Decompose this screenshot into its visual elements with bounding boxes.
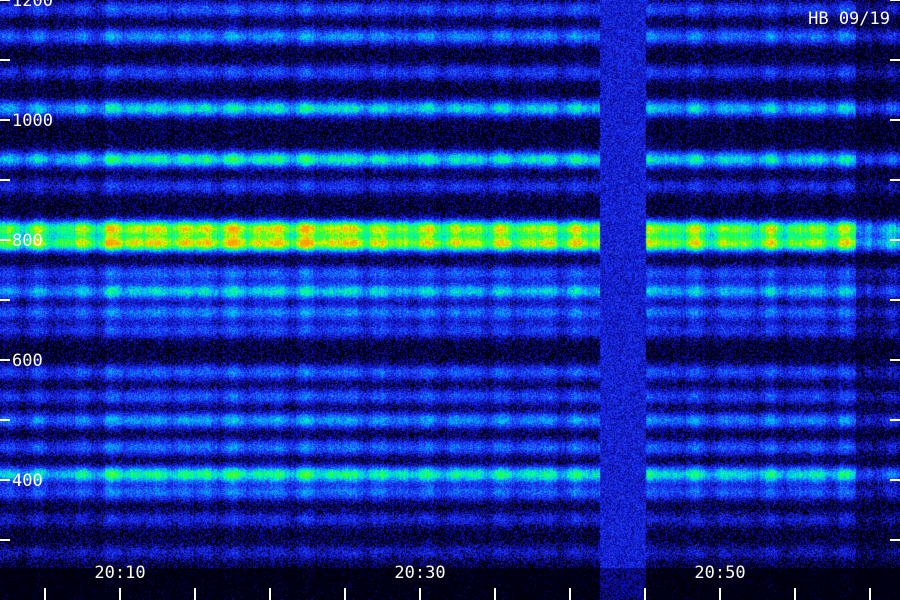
chart-annotation: HB 09/19 <box>808 9 890 29</box>
x-tick-label: 20:50 <box>694 563 745 583</box>
spectrogram-axes: 400 600 800 1000 1200 20:10 20:30 20:50 HB 09/… <box>0 0 900 600</box>
y-tick-label: 1200 <box>12 0 53 11</box>
y-tick-label: 800 <box>12 231 43 251</box>
y-tick-label: 400 <box>12 471 43 491</box>
y-axis: 400 600 800 1000 1200 <box>0 0 900 541</box>
x-tick-label: 20:30 <box>394 563 445 583</box>
y-tick-label: 1000 <box>12 111 53 131</box>
y-tick-label: 600 <box>12 351 43 371</box>
x-axis: 20:10 20:30 20:50 <box>44 563 871 600</box>
x-tick-label: 20:10 <box>94 563 145 583</box>
